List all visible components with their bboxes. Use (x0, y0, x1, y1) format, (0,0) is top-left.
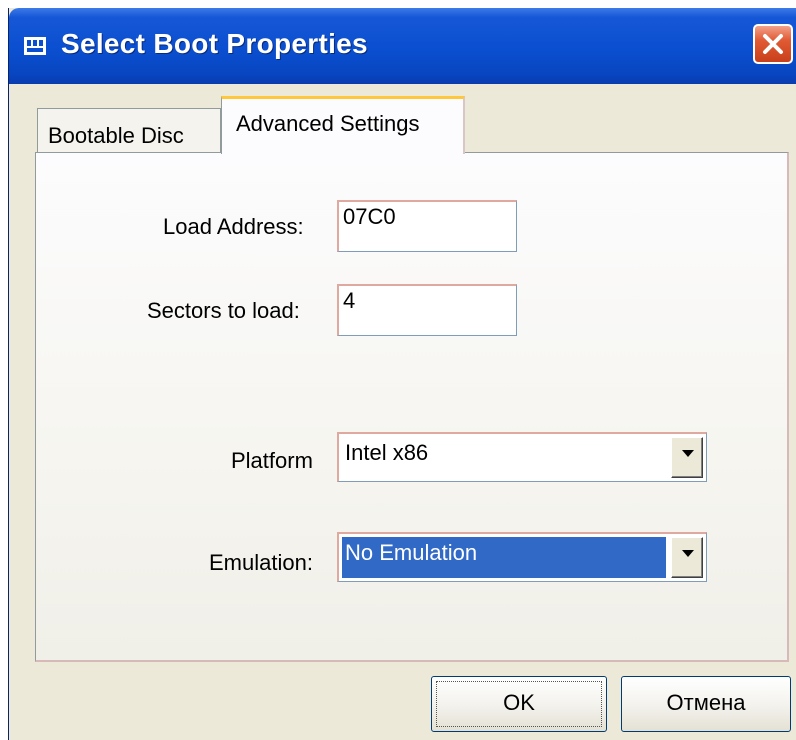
load-address-label: Load Address: (163, 214, 304, 239)
title-bar[interactable]: Select Boot Properties (9, 8, 796, 84)
load-address-value: 07C0 (343, 204, 396, 229)
platform-label: Platform (231, 448, 313, 473)
load-address-field[interactable]: 07C0 (337, 200, 517, 252)
sectors-to-load-label: Sectors to load: (147, 298, 300, 323)
platform-value: Intel x86 (345, 440, 429, 465)
platform-dropdown-button[interactable] (671, 437, 703, 478)
emulation-value: No Emulation (345, 540, 478, 565)
dialog-window: Select Boot Properties Bootable Disc Adv… (8, 8, 796, 740)
platform-select[interactable]: Intel x86 (337, 432, 707, 482)
sectors-to-load-value: 4 (343, 288, 356, 313)
tab-advanced-settings[interactable]: Advanced Settings (221, 96, 465, 154)
cancel-button-label: Отмена (666, 690, 746, 715)
ok-focus-ring (436, 681, 602, 727)
chevron-down-icon (682, 550, 694, 557)
cancel-button[interactable]: Отмена (621, 676, 791, 732)
close-icon (763, 34, 783, 54)
ok-button[interactable]: OK (431, 676, 607, 732)
tab-bootable-disc[interactable]: Bootable Disc (37, 108, 221, 152)
emulation-select[interactable]: No Emulation (337, 532, 707, 582)
close-button[interactable] (753, 24, 793, 64)
window-title: Select Boot Properties (61, 28, 368, 59)
tab-bootable-disc-label: Bootable Disc (48, 123, 184, 148)
emulation-label: Emulation: (209, 550, 313, 575)
chevron-down-icon (682, 450, 694, 457)
emulation-dropdown-button[interactable] (671, 537, 703, 578)
sectors-to-load-field[interactable]: 4 (337, 284, 517, 336)
boot-app-icon (23, 34, 47, 58)
tab-advanced-settings-label: Advanced Settings (236, 111, 420, 136)
